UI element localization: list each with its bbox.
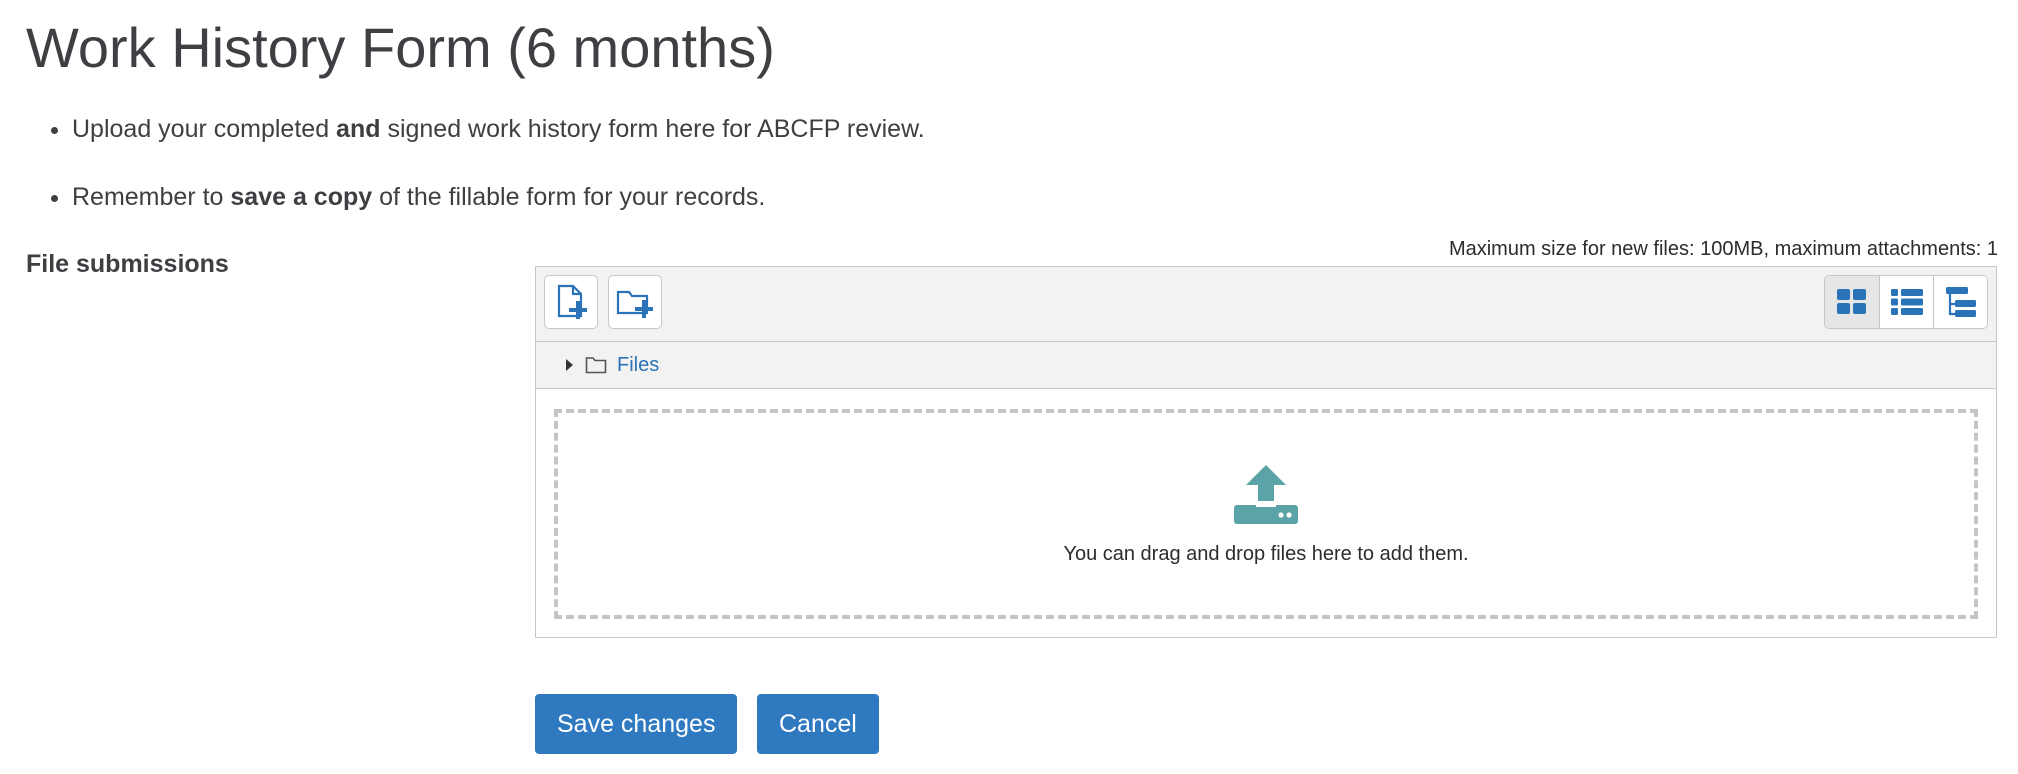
file-add-icon <box>557 284 587 319</box>
tree-view-icon <box>1945 287 1976 317</box>
list-view-button[interactable] <box>1879 276 1933 328</box>
drop-zone-text: You can drag and drop files here to add … <box>1063 542 1469 565</box>
list-item: Remember to save a copy of the fillable … <box>72 178 925 216</box>
drop-zone[interactable]: You can drag and drop files here to add … <box>554 409 1978 619</box>
bullet-text-bold: and <box>336 115 381 143</box>
bullet-text-before: Remember to <box>72 183 231 211</box>
folder-icon <box>585 357 607 374</box>
list-view-icon <box>1890 289 1923 315</box>
grid-view-icon <box>1837 289 1866 314</box>
bullet-text-after: signed work history form here for ABCFP … <box>380 115 925 143</box>
bullet-text-bold: save a copy <box>230 183 373 211</box>
bullet-text-before: Upload your completed <box>72 115 337 143</box>
list-item: Upload your completed and signed work hi… <box>72 110 925 148</box>
add-folder-button[interactable] <box>608 275 662 329</box>
instructions-list: Upload your completed and signed work hi… <box>26 110 925 246</box>
cancel-button[interactable]: Cancel <box>757 694 879 754</box>
file-picker: Files You can drag and drop files here t… <box>535 266 1997 638</box>
upload-icon <box>1234 464 1298 524</box>
tree-view-button[interactable] <box>1933 276 1987 328</box>
max-size-info: Maximum size for new files: 100MB, maxim… <box>1448 238 1998 260</box>
page: Work History Form (6 months) Upload your… <box>0 0 2018 774</box>
file-picker-path: Files <box>536 342 1996 389</box>
folder-add-icon <box>616 290 653 318</box>
add-file-button[interactable] <box>544 275 598 329</box>
view-toggle-group <box>1824 275 1988 329</box>
files-folder-link[interactable]: Files <box>617 354 659 377</box>
grid-view-button[interactable] <box>1825 276 1879 328</box>
file-submissions-label: File submissions <box>26 250 229 278</box>
bullet-text-after: of the fillable form for your records. <box>372 183 766 211</box>
caret-right-icon[interactable] <box>566 359 573 371</box>
page-title: Work History Form (6 months) <box>26 16 775 79</box>
save-changes-button[interactable]: Save changes <box>535 694 738 754</box>
file-picker-toolbar <box>536 267 1996 342</box>
